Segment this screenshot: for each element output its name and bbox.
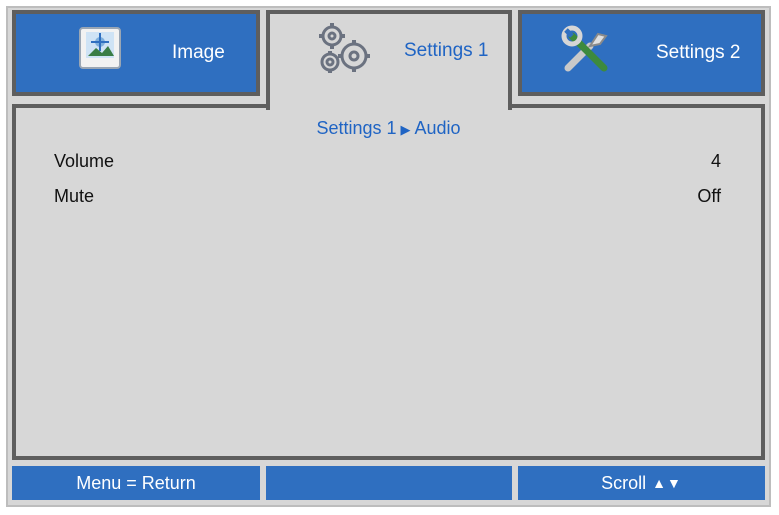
tab-settings-2-label: Settings 2 — [656, 42, 741, 63]
image-settings-icon — [78, 26, 122, 75]
breadcrumb-parent: Settings 1 — [316, 118, 397, 138]
breadcrumb: Settings 1 ▶ Audio — [16, 118, 761, 139]
footer-menu-return: Menu = Return — [12, 466, 260, 500]
tab-image-label: Image — [172, 42, 225, 63]
footer-left-label: Menu = Return — [76, 472, 196, 493]
tab-settings-1-label: Settings 1 — [404, 40, 489, 61]
footer-scroll: Scroll ▲▼ — [518, 466, 765, 500]
triangle-right-icon: ▶ — [400, 122, 411, 137]
setting-value: 4 — [710, 150, 721, 171]
up-down-arrows-icon: ▲▼ — [652, 475, 682, 491]
setting-value: Off — [697, 185, 721, 206]
setting-label: Volume — [54, 150, 115, 171]
footer-middle — [266, 466, 512, 500]
setting-row-volume[interactable]: Volume 4 — [54, 148, 721, 174]
gears-icon — [314, 20, 376, 83]
tab-image[interactable]: Image — [12, 10, 260, 96]
tab-settings-2[interactable]: Settings 2 — [518, 10, 765, 96]
setting-label: Mute — [54, 185, 95, 206]
tab-settings-1[interactable]: Settings 1 — [266, 10, 512, 110]
settings-panel: Settings 1 ▶ Audio Volume 4 Mute Off — [12, 104, 765, 460]
footer-right-label: Scroll — [601, 472, 647, 493]
tools-icon — [560, 24, 616, 85]
setting-row-mute[interactable]: Mute Off — [54, 183, 721, 209]
breadcrumb-current: Audio — [414, 118, 461, 138]
